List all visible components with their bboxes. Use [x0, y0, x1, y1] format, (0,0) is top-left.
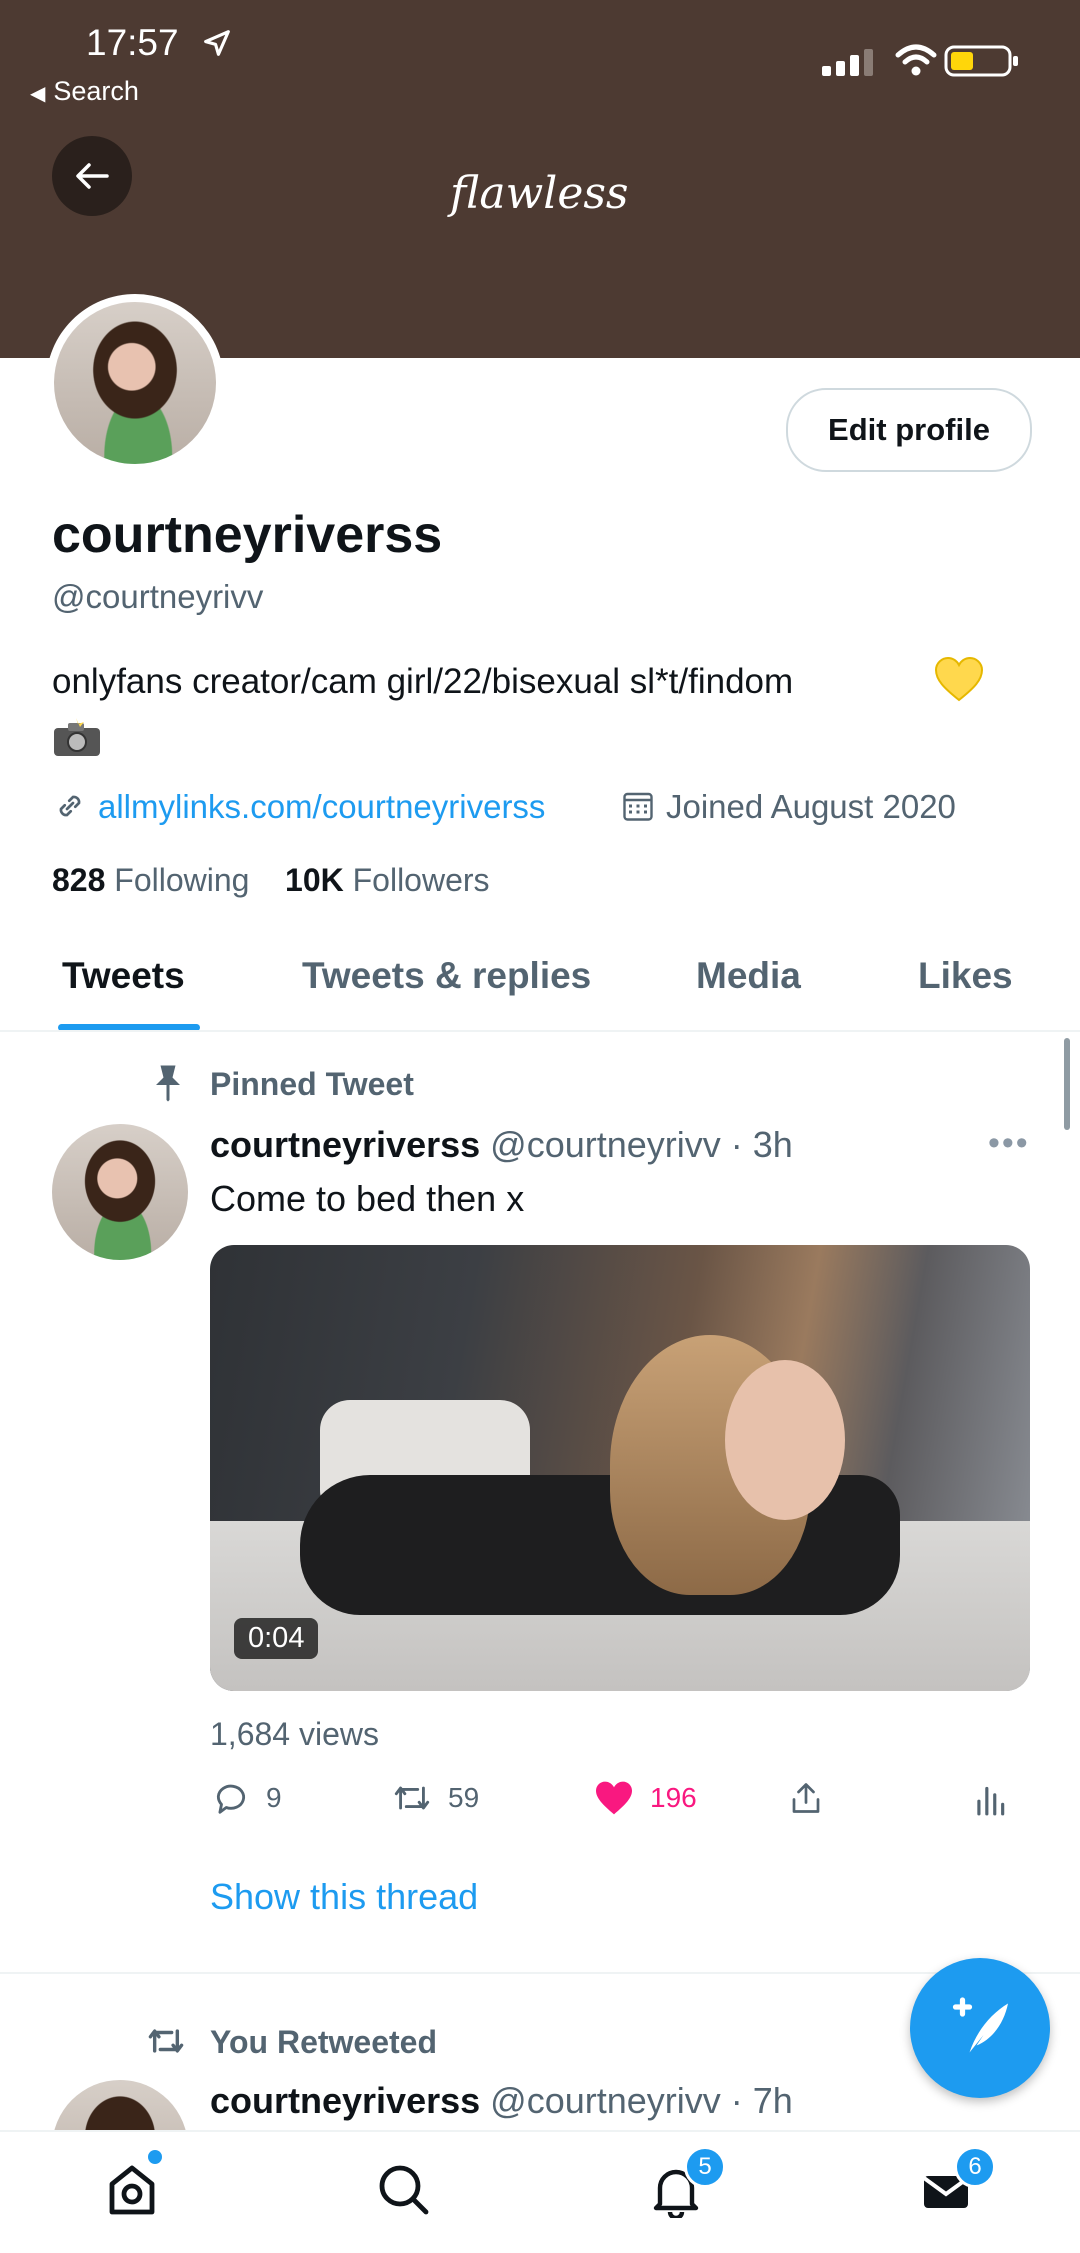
tab-media[interactable]: Media — [696, 955, 801, 997]
compose-feather-icon — [952, 1997, 1008, 2053]
yellow-heart-icon — [934, 656, 984, 702]
search-icon[interactable] — [376, 2162, 432, 2218]
retweet-author-meta: @courtneyrivv · 7h — [490, 2080, 793, 2121]
arrow-left-icon — [76, 163, 109, 189]
signal-icon — [822, 49, 873, 76]
pin-icon — [156, 1065, 180, 1102]
analytics-icon — [977, 1786, 1005, 1816]
reply-button[interactable]: 9 — [212, 1778, 282, 1818]
more-options-icon[interactable]: ••• — [988, 1124, 1030, 1163]
profile-stats: 828 Following 10K Followers — [52, 862, 490, 899]
tweet-text: Come to bed then x — [210, 1178, 525, 1219]
tweet-header: courtneyriverss @courtneyrivv · 3h — [210, 1124, 793, 1166]
location-arrow-icon — [204, 30, 230, 56]
home-icon[interactable] — [104, 2162, 160, 2218]
reply-icon — [216, 1784, 245, 1814]
followers-label: Followers — [352, 862, 490, 898]
profile-joined-date: Joined August 2020 — [666, 788, 956, 825]
tweet-views: 1,684 views — [210, 1716, 379, 1752]
camera-flash-icon — [54, 718, 100, 756]
profile-display-name: courtneyriverss — [52, 506, 443, 564]
heart-filled-icon — [596, 1781, 632, 1815]
show-thread-link[interactable]: Show this thread — [210, 1876, 478, 1918]
followers-count: 10K — [285, 862, 344, 898]
edit-profile-button[interactable]: Edit profile — [786, 388, 1032, 472]
back-button[interactable] — [52, 136, 132, 216]
following-link[interactable]: 828 Following — [52, 862, 249, 898]
share-button[interactable] — [788, 1778, 840, 1818]
video-duration: 0:04 — [234, 1618, 319, 1659]
profile-handle: @courtneyrivv — [52, 578, 264, 615]
wifi-icon — [895, 44, 937, 76]
compose-tweet-button[interactable] — [910, 1958, 1050, 2098]
banner-title: flawless — [450, 168, 629, 219]
status-time: 17:57 — [86, 22, 179, 63]
status-back-link[interactable]: ◀ Search — [30, 76, 139, 107]
retweet-header: courtneyriverss @courtneyrivv · 7h — [210, 2080, 793, 2122]
retweet-button[interactable]: 59 — [392, 1778, 479, 1818]
profile-avatar[interactable] — [54, 302, 216, 464]
link-icon — [59, 795, 81, 817]
profile-bio: onlyfans creator/cam girl/22/bisexual sl… — [52, 662, 794, 701]
tweet-divider — [0, 1972, 1080, 1974]
tweet-author-meta: @courtneyrivv · 3h — [490, 1124, 793, 1165]
scrollbar[interactable] — [1064, 1038, 1070, 1130]
following-label: Following — [114, 862, 250, 898]
retweet-icon — [394, 1786, 430, 1810]
following-count: 828 — [52, 862, 106, 898]
notifications-badge: 5 — [684, 2146, 726, 2188]
retweet-author-name[interactable]: courtneyriverss — [210, 2080, 480, 2121]
tab-tweets[interactable]: Tweets — [62, 955, 185, 997]
status-back-label: Search — [53, 76, 139, 106]
retweet-icon — [148, 2029, 184, 2053]
tab-divider — [0, 1030, 1080, 1032]
reply-count: 9 — [266, 1782, 282, 1813]
tweet-author-name[interactable]: courtneyriverss — [210, 1124, 480, 1165]
tab-tweets-and-replies[interactable]: Tweets & replies — [302, 955, 591, 997]
analytics-button[interactable] — [974, 1778, 1022, 1818]
tweet-video[interactable] — [210, 1245, 1030, 1691]
messages-badge: 6 — [954, 2146, 996, 2188]
battery-icon — [944, 45, 1018, 77]
like-count: 196 — [650, 1782, 697, 1813]
share-icon — [792, 1783, 820, 1813]
back-triangle-icon: ◀ — [30, 83, 46, 105]
profile-website-link[interactable]: allmylinks.com/courtneyriverss — [98, 788, 545, 826]
tab-likes[interactable]: Likes — [918, 955, 1013, 997]
followers-link[interactable]: 10K Followers — [285, 862, 490, 898]
tweet-author-avatar[interactable] — [52, 1124, 188, 1260]
retweet-count: 59 — [448, 1782, 480, 1813]
you-retweeted-label: You Retweeted — [210, 2024, 437, 2060]
calendar-icon — [623, 792, 653, 821]
like-button[interactable]: 196 — [594, 1778, 697, 1818]
pinned-tweet-label: Pinned Tweet — [210, 1066, 414, 1102]
home-new-dot — [148, 2150, 162, 2164]
